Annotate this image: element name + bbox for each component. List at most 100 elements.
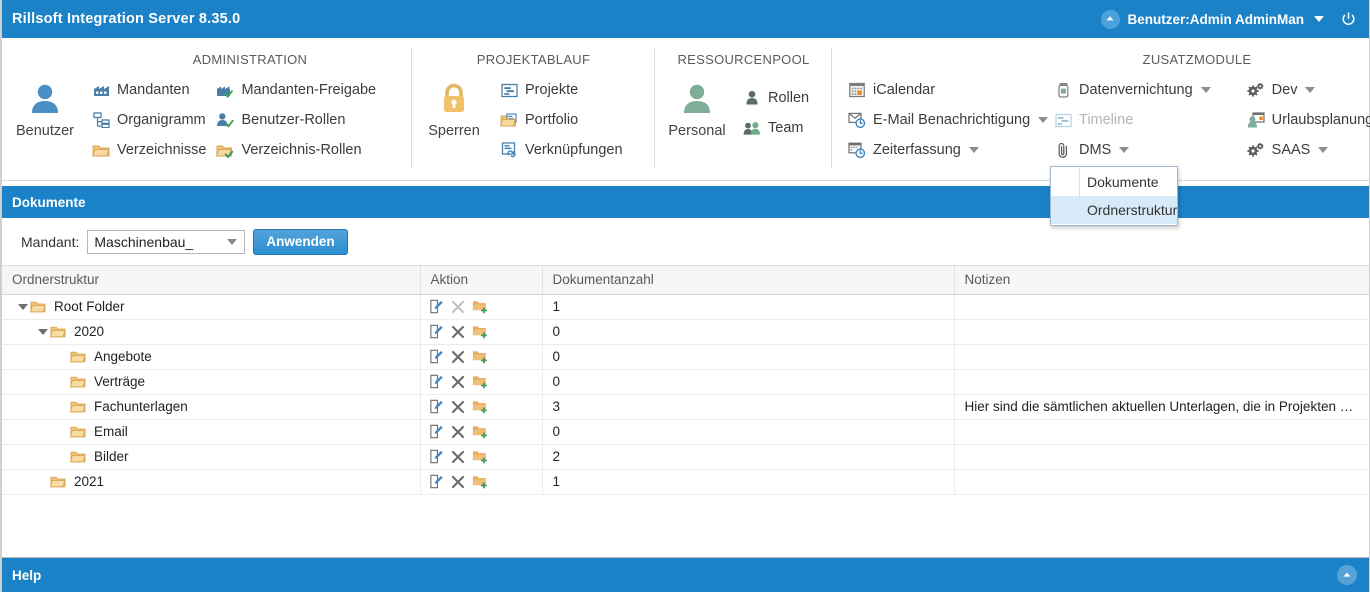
ribbon-item-email-benachrichtigung[interactable]: E-Mail Benachrichtigung <box>844 105 1054 135</box>
table-row[interactable]: Bilder 2 <box>2 444 1369 470</box>
ribbon-group-title: ADMINISTRATION <box>192 52 308 67</box>
chevron-down-icon[interactable] <box>1200 87 1211 93</box>
edit-icon[interactable] <box>429 374 444 389</box>
ribbon-group-title: ZUSATZMODULE <box>1142 52 1252 67</box>
help-link[interactable]: Help <box>12 568 41 583</box>
add-folder-icon[interactable] <box>471 474 488 489</box>
chevron-down-icon[interactable] <box>1305 87 1316 93</box>
ribbon-item-zeiterfassung[interactable]: Zeiterfassung <box>844 135 1054 165</box>
ribbon-button-label: Benutzer <box>15 123 75 139</box>
edit-icon[interactable] <box>429 424 444 439</box>
add-folder-icon[interactable] <box>471 374 488 389</box>
chevron-down-icon[interactable] <box>968 147 979 153</box>
ribbon-item-dms[interactable]: DMS <box>1050 135 1217 165</box>
edit-icon[interactable] <box>429 474 444 489</box>
chevron-down-icon[interactable] <box>1119 147 1130 153</box>
document-count-cell: 0 <box>542 369 955 395</box>
table-header-row: Ordnerstruktur Aktion Dokumentanzahl Not… <box>2 266 1369 295</box>
folder-name-label: Fachunterlagen <box>94 399 188 414</box>
ribbon-item-projekte[interactable]: Projekte <box>496 75 629 105</box>
tree-expander[interactable] <box>16 300 30 314</box>
ribbon-toolbar: ADMINISTRATION Benutzer Mandanten Organi… <box>2 38 1370 181</box>
ribbon-item-datenvernichtung[interactable]: Datenvernichtung <box>1050 75 1217 105</box>
add-folder-icon[interactable] <box>471 449 488 464</box>
add-folder-icon[interactable] <box>471 424 488 439</box>
ribbon-item-rollen[interactable]: Rollen <box>739 83 815 113</box>
ribbon-item-verzeichnisse[interactable]: Verzeichnisse <box>88 135 212 165</box>
edit-icon[interactable] <box>429 324 444 339</box>
folder-icon <box>30 299 48 315</box>
delete-icon[interactable] <box>451 425 465 439</box>
table-row[interactable]: Angebote 0 <box>2 344 1369 370</box>
add-folder-icon[interactable] <box>471 399 488 414</box>
delete-icon[interactable] <box>451 375 465 389</box>
table-row[interactable]: 2021 1 <box>2 469 1369 495</box>
ribbon-column: iCalendar E-Mail Benachrichtigung Zeiter… <box>844 75 1054 165</box>
chevron-up-icon[interactable] <box>1337 565 1357 585</box>
ribbon-item-label: Projekte <box>525 82 579 98</box>
table-row[interactable]: Email 0 <box>2 419 1369 445</box>
ribbon-item-label: DMS <box>1079 142 1112 158</box>
tree-expander[interactable] <box>36 325 50 339</box>
action-cell <box>420 369 543 395</box>
ribbon-item-verzeichnis-rollen[interactable]: Verzeichnis-Rollen <box>212 135 382 165</box>
power-icon[interactable] <box>1336 11 1361 28</box>
menu-item-dokumente[interactable]: Dokumente <box>1051 168 1177 196</box>
mail-clock-icon <box>848 111 866 129</box>
chevron-down-icon[interactable] <box>1318 147 1329 153</box>
column-header-dokumentanzahl[interactable]: Dokumentanzahl <box>542 266 955 295</box>
edit-icon[interactable] <box>429 399 444 414</box>
folder-structure-table: Ordnerstruktur Aktion Dokumentanzahl Not… <box>2 265 1369 557</box>
edit-icon[interactable] <box>429 299 444 314</box>
table-row[interactable]: Fachunterlagen 3 Hier sind die sämtlichen … <box>2 394 1369 420</box>
ribbon-item-saas[interactable]: SAAS <box>1243 135 1370 165</box>
ribbon-item-label: Mandanten-Freigabe <box>241 82 377 98</box>
column-header-ordnerstruktur[interactable]: Ordnerstruktur <box>2 266 421 295</box>
delete-icon[interactable] <box>451 475 465 489</box>
ribbon-item-dev[interactable]: Dev <box>1243 75 1370 105</box>
anwenden-button[interactable]: Anwenden <box>253 228 348 255</box>
ribbon-button-benutzer[interactable]: Benutzer <box>2 75 88 139</box>
column-header-aktion[interactable]: Aktion <box>420 266 543 295</box>
menu-item-ordnerstruktur[interactable]: Ordnerstruktur <box>1051 196 1177 224</box>
ribbon-item-organigramm[interactable]: Organigramm <box>88 105 212 135</box>
mandant-label: Mandant: <box>21 233 80 250</box>
add-folder-icon[interactable] <box>471 299 488 314</box>
ribbon-item-mandanten-freigabe[interactable]: Mandanten-Freigabe <box>212 75 382 105</box>
ribbon-button-personal[interactable]: Personal <box>655 75 739 139</box>
delete-icon[interactable] <box>451 450 465 464</box>
delete-icon[interactable] <box>451 325 465 339</box>
table-row[interactable]: 2020 0 <box>2 319 1369 345</box>
user-icon <box>25 79 65 121</box>
edit-icon[interactable] <box>429 449 444 464</box>
dms-dropdown-menu: Dokumente Ordnerstruktur <box>1050 166 1178 226</box>
ribbon-item-team[interactable]: Team <box>739 113 815 143</box>
title-bar-right: Benutzer:Admin AdminMan <box>1100 9 1362 29</box>
delete-icon[interactable] <box>451 350 465 364</box>
ribbon-item-icalendar[interactable]: iCalendar <box>844 75 1054 105</box>
mandant-select[interactable]: Maschinenbau_ <box>87 229 246 254</box>
column-header-notizen[interactable]: Notizen <box>954 266 1369 295</box>
ribbon-item-portfolio[interactable]: Portfolio <box>496 105 629 135</box>
chevron-down-icon[interactable] <box>1314 16 1324 22</box>
tree-expander-placeholder <box>56 350 70 364</box>
add-folder-icon[interactable] <box>471 324 488 339</box>
add-folder-icon[interactable] <box>471 349 488 364</box>
folder-name-label: Bilder <box>94 449 129 464</box>
edit-icon[interactable] <box>429 349 444 364</box>
ribbon-item-mandanten[interactable]: Mandanten <box>88 75 212 105</box>
document-count-cell: 0 <box>542 344 955 370</box>
table-row[interactable]: Verträge 0 <box>2 369 1369 395</box>
chevron-down-icon[interactable] <box>227 238 238 245</box>
user-menu-label[interactable]: Benutzer:Admin AdminMan <box>1128 12 1305 27</box>
title-bar: Rillsoft Integration Server 8.35.0 Benut… <box>2 0 1369 38</box>
ribbon-button-sperren[interactable]: Sperren <box>412 75 496 139</box>
ribbon-item-timeline: Timeline <box>1050 105 1217 135</box>
delete-icon[interactable] <box>451 400 465 414</box>
ribbon-item-benutzer-rollen[interactable]: Benutzer-Rollen <box>212 105 382 135</box>
ribbon-item-verknuepfungen[interactable]: Verknüpfungen <box>496 135 629 165</box>
ribbon-item-urlaubsplanung[interactable]: Urlaubsplanung <box>1243 105 1370 135</box>
folder-icon <box>50 474 68 490</box>
table-row[interactable]: Root Folder 1 <box>2 294 1369 320</box>
footer-bar: Help <box>2 557 1369 592</box>
